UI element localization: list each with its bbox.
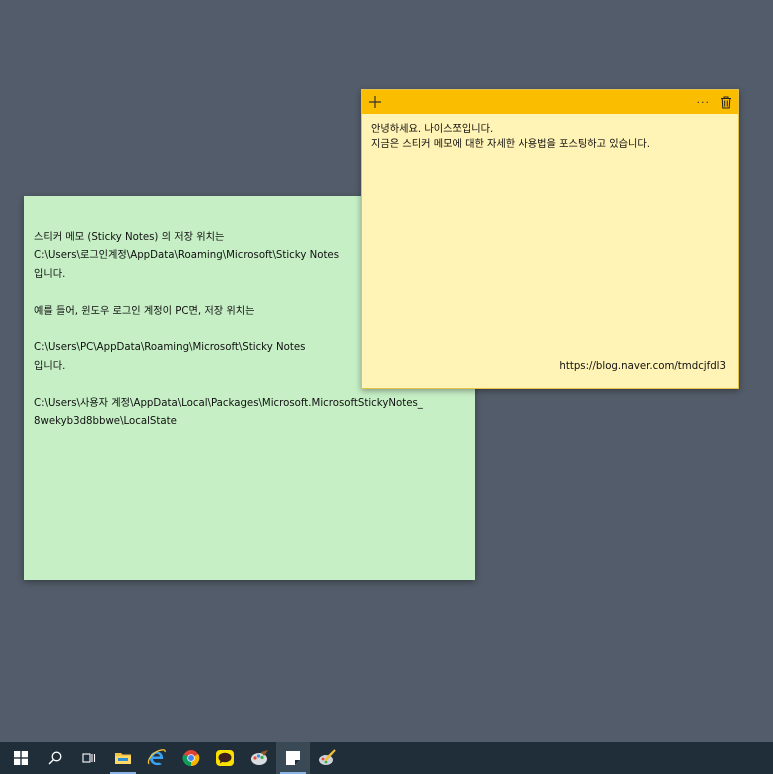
paint-app-icon (251, 750, 268, 765)
taskbar-app-internet-explorer[interactable] (140, 742, 174, 774)
taskbar-app-sticky-notes[interactable] (276, 742, 310, 774)
plus-icon (369, 96, 381, 108)
taskbar (0, 742, 773, 774)
taskbar-app-paint[interactable] (242, 742, 276, 774)
sticky-notes-icon (286, 751, 300, 765)
note-text-line: C:\Users\사용자 계정\AppData\Local\Packages\M… (34, 397, 423, 409)
paint-brush-icon (319, 749, 336, 765)
taskbar-app-file-explorer[interactable] (106, 742, 140, 774)
chrome-icon (182, 750, 200, 767)
menu-button[interactable]: ··· (697, 91, 711, 113)
trash-icon (721, 96, 731, 108)
windows-start-icon (14, 751, 28, 765)
add-note-button[interactable] (368, 91, 382, 113)
note-body[interactable]: 안녕하세요. 나이스쪼입니다. 지금은 스티커 메모에 대한 자세한 사용법을 … (362, 114, 738, 160)
task-view-button[interactable] (72, 742, 106, 774)
note-text-line: 지금은 스티커 메모에 대한 자세한 사용법을 포스팅하고 있습니다. (371, 139, 650, 150)
note-text-line: 8wekyb3d8bbwe\LocalState (34, 416, 177, 428)
delete-note-button[interactable] (720, 91, 732, 113)
note-header[interactable]: ··· (362, 90, 738, 114)
more-options-icon: ··· (696, 95, 710, 109)
note-footer-url: https://blog.naver.com/tmdcjfdl3 (559, 361, 726, 372)
search-button[interactable] (38, 742, 72, 774)
search-icon (48, 751, 62, 765)
start-button[interactable] (4, 742, 38, 774)
kakaotalk-icon (216, 750, 234, 766)
taskbar-app-chrome[interactable] (174, 742, 208, 774)
taskbar-app-kakaotalk[interactable] (208, 742, 242, 774)
task-view-icon (82, 753, 96, 763)
file-explorer-icon (115, 753, 131, 764)
internet-explorer-icon (147, 749, 166, 766)
note-text-line: 안녕하세요. 나이스쪼입니다. (371, 124, 494, 135)
taskbar-app-paint-brush[interactable] (310, 742, 344, 774)
sticky-note-yellow[interactable]: ··· 안녕하세요. 나이스쪼입니다. 지금은 스티커 메모에 대한 자세한 사… (361, 89, 739, 389)
